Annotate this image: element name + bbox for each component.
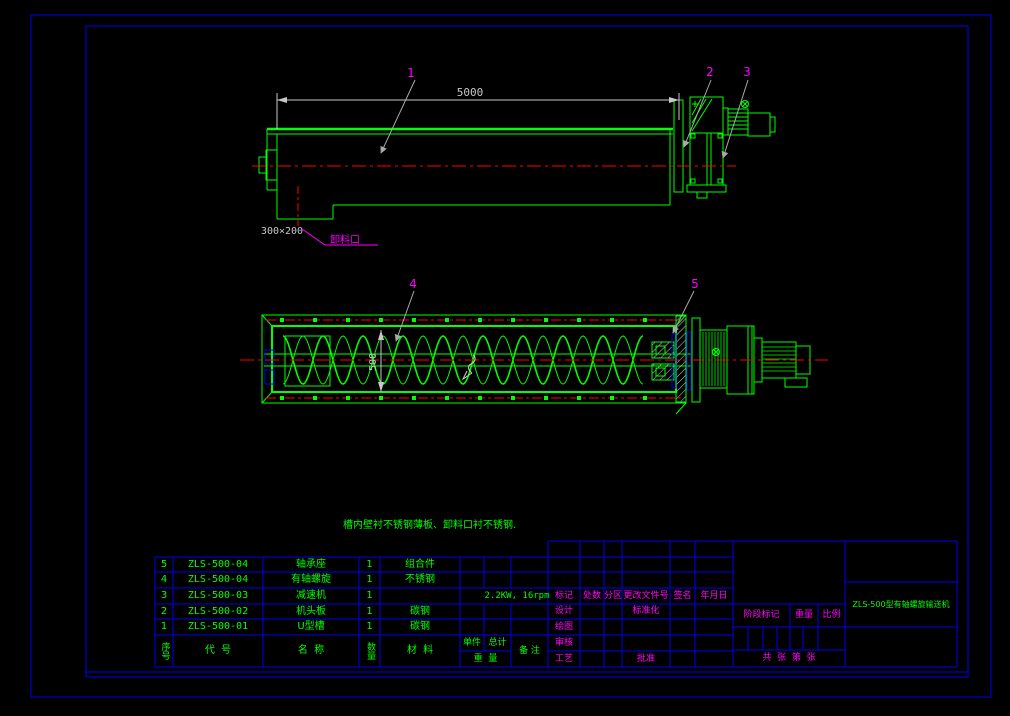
trough-outline-and-left-bearing [258, 129, 673, 220]
drive-unit-outline-top-view [673, 96, 776, 199]
balloon-5: 5 [691, 277, 699, 291]
screw-flight-front-edge [282, 335, 644, 385]
sheet-outer-frame [30, 14, 992, 698]
gland-hatch-lower [652, 364, 674, 380]
balloon-3: 3 [743, 65, 751, 79]
balloon-1-leader [380, 79, 416, 154]
discharge-port-label: 卸料口 [330, 233, 360, 246]
balloon-2: 2 [706, 65, 714, 79]
head-plate-hatch [676, 316, 686, 402]
balloon-1: 1 [407, 66, 415, 80]
screw-flight-back-edge [282, 335, 644, 385]
parts-table-and-title-block-grid [154, 540, 958, 668]
balloon-3-leader [721, 79, 749, 159]
cad-drawing-canvas: 5000 300×200 卸料口 1 2 3 500 4 5 槽内壁衬不锈钢薄板… [0, 0, 1010, 716]
chute-dim-text: 300×200 [261, 226, 303, 237]
drive-fin-lines-top-view [691, 98, 748, 132]
balloon-4-leader [394, 290, 415, 342]
sheet-inner-frame [85, 25, 969, 678]
gland-hatch-upper [652, 342, 674, 358]
cad-drawing-svg: 5000 300×200 卸料口 1 2 3 500 4 5 [30, 14, 992, 698]
balloon-4: 4 [409, 277, 417, 291]
bottom-view-section: 500 4 5 [240, 277, 828, 415]
dim-5000-text: 5000 [457, 86, 484, 99]
top-view-side-elevation: 5000 300×200 卸料口 1 2 3 [252, 65, 776, 246]
dim-500-text: 500 [368, 353, 379, 371]
